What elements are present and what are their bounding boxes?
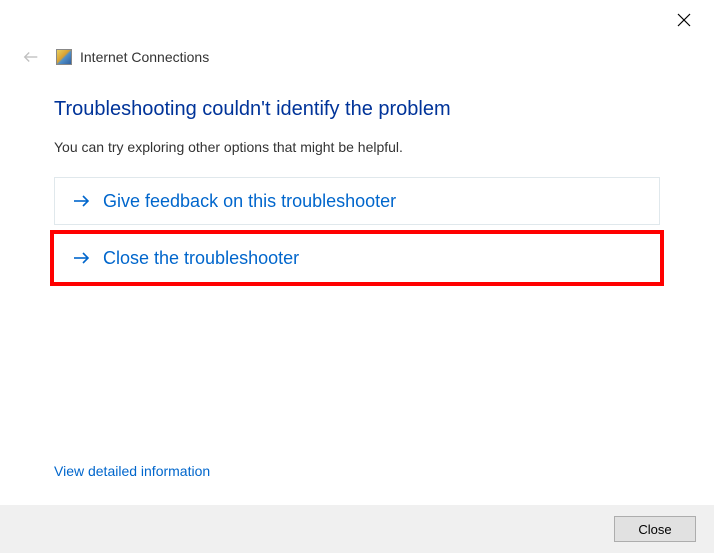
sub-text: You can try exploring other options that… [54,139,660,155]
app-title: Internet Connections [80,49,209,65]
close-window-button[interactable] [672,8,696,32]
view-detailed-information-link[interactable]: View detailed information [54,463,210,479]
main-heading: Troubleshooting couldn't identify the pr… [54,98,660,121]
option-label: Give feedback on this troubleshooter [103,191,396,212]
close-button[interactable]: Close [614,516,696,542]
footer-bar: Close [0,505,714,553]
option-label: Close the troubleshooter [103,248,299,269]
close-icon [677,13,691,27]
arrow-right-icon [71,190,93,212]
back-button[interactable] [20,46,42,68]
content-area: Troubleshooting couldn't identify the pr… [0,68,714,282]
titlebar [0,0,714,36]
header-row: Internet Connections [0,36,714,68]
arrow-right-icon [71,247,93,269]
option-give-feedback[interactable]: Give feedback on this troubleshooter [54,177,660,225]
back-arrow-icon [22,48,40,66]
internet-connections-icon [56,49,72,65]
option-close-troubleshooter[interactable]: Close the troubleshooter [54,234,660,282]
